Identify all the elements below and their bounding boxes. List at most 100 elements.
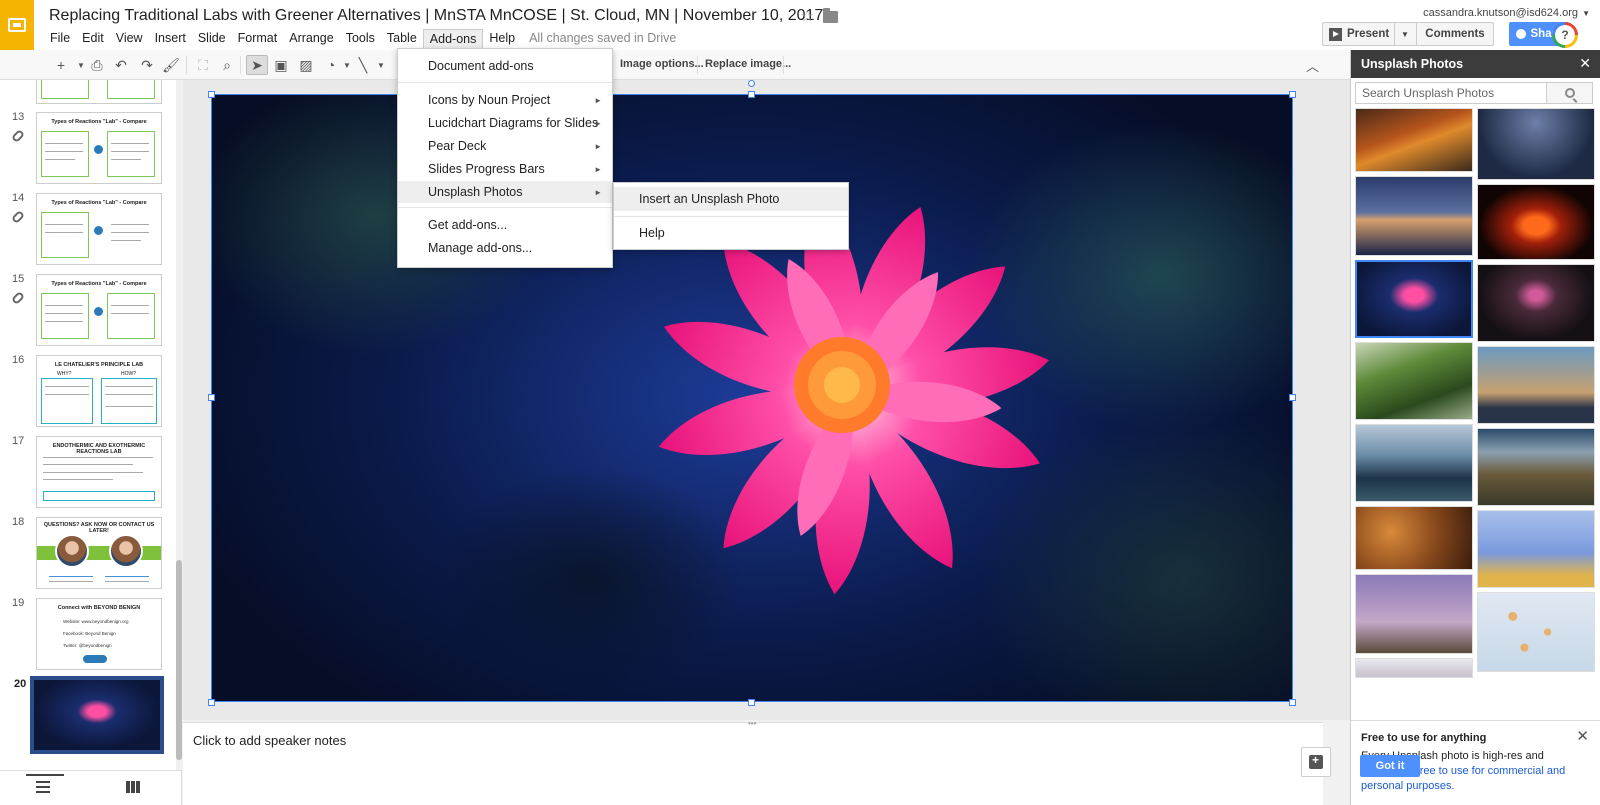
slide-thumbnail-14[interactable]: Types of Reactions "Lab" - Compare (36, 193, 162, 265)
print-icon[interactable]: ⎙ (86, 55, 108, 75)
photo-night-sky[interactable] (1477, 108, 1595, 180)
slides-logo-icon[interactable] (0, 0, 34, 50)
fit-icon[interactable]: ⛶ (192, 55, 214, 75)
unsplash-search-input[interactable] (1355, 82, 1547, 104)
menu-item-lucidchart[interactable]: Lucidchart Diagrams for Slides ► (398, 112, 612, 134)
menu-format[interactable]: Format (232, 29, 284, 47)
image-options-button[interactable]: Image options... (620, 58, 704, 70)
slide-thumbnail-15[interactable]: Types of Reactions "Lab" - Compare (36, 274, 162, 346)
menu-slide[interactable]: Slide (192, 29, 232, 47)
slide-filmstrip[interactable]: 13 Types of Reactions "Lab" - Compare 14… (0, 80, 182, 770)
image-icon[interactable]: ▨ (295, 55, 317, 75)
photo-lotus-selected[interactable] (1355, 260, 1473, 338)
selection-handle[interactable] (208, 699, 215, 706)
slide-thumbnail-16[interactable]: LE CHATELIER'S PRINCIPLE LAB WHY? HOW? (36, 355, 162, 427)
photo-birds-sky[interactable] (1477, 510, 1595, 588)
zoom-icon[interactable]: ⌕ (216, 55, 238, 75)
selection-handle[interactable] (208, 394, 215, 401)
selection-handle[interactable] (208, 91, 215, 98)
unsplash-sidebar: Unsplash Photos ✕ Free to use for anythi… (1350, 50, 1600, 805)
rotate-handle[interactable] (748, 80, 755, 87)
slide-thumb-title: QUESTIONS? ASK NOW OR CONTACT US LATER! (43, 522, 155, 534)
slide-thumbnail-19[interactable]: Connect with BEYOND BENIGN Website: www.… (36, 598, 162, 670)
menu-item-unsplash-photos[interactable]: Unsplash Photos ► (398, 181, 612, 203)
document-title[interactable]: Replacing Traditional Labs with Greener … (49, 7, 823, 25)
menu-item-insert-unsplash-photo[interactable]: Insert an Unsplash Photo (614, 187, 848, 211)
selection-handle[interactable] (748, 91, 755, 98)
selection-handle[interactable] (1289, 394, 1296, 401)
selection-handle[interactable] (1289, 91, 1296, 98)
menu-item-manage-addons[interactable]: Manage add-ons... (398, 237, 612, 259)
explore-button[interactable] (1301, 747, 1331, 777)
toolbar: + ▼ ⎙ ↶ ↷ 🖌 ⛶ ⌕ ➤ ▣ ▨ ◔ ▼ ╲ ▼ g Image op… (0, 50, 1350, 80)
menu-item-slides-progress-bars[interactable]: Slides Progress Bars ► (398, 158, 612, 180)
menu-arrange[interactable]: Arrange (283, 29, 339, 47)
notes-resize-handle[interactable]: ••• (748, 719, 756, 728)
close-icon[interactable]: ✕ (1579, 55, 1591, 72)
slide-thumbnail-18[interactable]: QUESTIONS? ASK NOW OR CONTACT US LATER! (36, 517, 162, 589)
photo-valley-stream[interactable] (1355, 342, 1473, 420)
star-icon[interactable]: ☆ (800, 6, 814, 26)
search-button[interactable] (1547, 82, 1593, 104)
menu-table[interactable]: Table (381, 29, 423, 47)
photo-autumn-leaves[interactable] (1355, 506, 1473, 570)
play-icon (1329, 27, 1342, 41)
user-email[interactable]: cassandra.knutson@isd624.org (1423, 7, 1578, 19)
photo-horizon-sunset[interactable] (1477, 346, 1595, 424)
comments-button[interactable]: Comments (1416, 22, 1494, 46)
account-help-icon[interactable]: ? (1552, 22, 1578, 48)
save-status[interactable]: All changes saved in Drive (529, 31, 676, 45)
list-view-icon[interactable] (36, 781, 50, 793)
photo-dead-tree[interactable] (1355, 574, 1473, 654)
selection-handle[interactable] (748, 699, 755, 706)
menu-item-get-addons[interactable]: Get add-ons... (398, 214, 612, 236)
present-options-caret-icon[interactable]: ▼ (1401, 30, 1409, 39)
new-slide-icon[interactable]: + (50, 55, 72, 75)
folder-icon[interactable] (823, 8, 838, 23)
grid-view-icon[interactable] (126, 781, 140, 793)
account-caret-icon[interactable]: ▼ (1582, 9, 1590, 18)
menu-file[interactable]: File (44, 29, 76, 47)
slide-thumbnail-17[interactable]: ENDOTHERMIC AND EXOTHERMIC REACTIONS LAB (36, 436, 162, 508)
menu-view[interactable]: View (110, 29, 149, 47)
photo-butterflies[interactable] (1477, 592, 1595, 672)
link-icon (10, 128, 26, 144)
collapse-toolbar-icon[interactable]: ︿ (1306, 56, 1319, 75)
menu-tools[interactable]: Tools (340, 29, 381, 47)
submenu-arrow-icon: ► (594, 141, 602, 151)
speaker-notes-panel[interactable]: ••• Click to add speaker notes (183, 719, 1331, 805)
menu-item-unsplash-help[interactable]: Help (614, 221, 848, 245)
redo-icon[interactable]: ↷ (136, 55, 158, 75)
photo-autumn-forest[interactable] (1355, 108, 1473, 172)
speaker-notes-placeholder[interactable]: Click to add speaker notes (193, 733, 346, 748)
text-box-icon[interactable]: ▣ (270, 55, 292, 75)
present-button[interactable]: Present ▼ (1322, 22, 1418, 46)
selection-handle[interactable] (1289, 699, 1296, 706)
menu-edit[interactable]: Edit (76, 29, 110, 47)
close-icon[interactable]: ✕ (1576, 727, 1589, 745)
photo-partial[interactable] (1355, 658, 1473, 678)
sidebar-header: Unsplash Photos ✕ (1351, 50, 1600, 78)
slide-thumbnail-20-selected[interactable] (30, 676, 164, 754)
menu-item-document-addons[interactable]: Document add-ons (398, 55, 612, 77)
slide-number: 13 (12, 111, 25, 123)
menu-insert[interactable]: Insert (149, 29, 192, 47)
menu-help[interactable]: Help (483, 29, 521, 47)
slide-thumbnail-12[interactable] (36, 80, 162, 104)
menu-item-icons-noun-project[interactable]: Icons by Noun Project ► (398, 89, 612, 111)
select-cursor-icon[interactable]: ➤ (246, 55, 268, 75)
line-caret-icon[interactable]: ▼ (370, 55, 392, 75)
photo-space-needle[interactable] (1477, 264, 1595, 342)
photo-lake-dusk[interactable] (1355, 176, 1473, 256)
menu-addons[interactable]: Add-ons (422, 28, 484, 48)
photo-fire[interactable] (1477, 184, 1595, 260)
menu-item-pear-deck[interactable]: Pear Deck ► (398, 135, 612, 157)
slide-thumbnail-13[interactable]: Types of Reactions "Lab" - Compare (36, 112, 162, 184)
photo-mountain-valley[interactable] (1477, 428, 1595, 506)
got-it-button[interactable]: Got it (1360, 755, 1420, 777)
photo-misty-mountains[interactable] (1355, 424, 1473, 502)
paint-format-icon[interactable]: 🖌 (160, 55, 182, 75)
filmstrip-scrollbar[interactable] (176, 80, 182, 770)
replace-image-button[interactable]: Replace image... (705, 58, 791, 70)
undo-icon[interactable]: ↶ (110, 55, 132, 75)
